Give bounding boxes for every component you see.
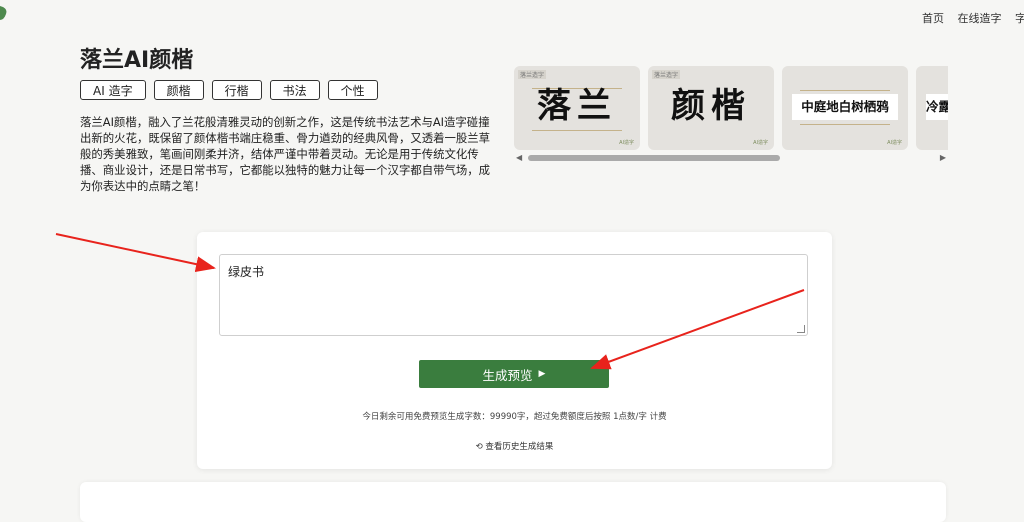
tag-ai-font[interactable]: AI 造字 [80,80,146,100]
thumbnail-text: 中庭地白树栖鸦 [792,94,898,120]
page-title: 落兰AI颜楷 [80,48,194,73]
gallery-thumbnail[interactable]: 落兰造字 落兰 AI造字 [514,66,640,150]
top-nav: 首页 在线造字 字 [922,10,1024,26]
generate-preview-label: 生成预览 [482,367,533,383]
tag-yankai[interactable]: 颜楷 [153,80,204,100]
gallery-thumbnail[interactable]: 中庭地白树栖鸦 AI造字 [782,66,908,150]
logo[interactable] [0,4,12,22]
generate-preview-button[interactable]: 生成预览 ▶ [419,360,609,388]
view-history-label: 查看历史生成结果 [485,442,554,452]
play-icon: ▶ [538,369,546,379]
gallery-thumbnail[interactable]: 落兰造字 颜楷 AI造字 [648,66,774,150]
divider [800,124,890,125]
view-history-link[interactable]: ⟲ 查看历史生成结果 [197,440,832,452]
stamp-icon: AI造字 [753,140,768,146]
gallery-thumbnail[interactable]: 冷露 [916,66,948,150]
resize-handle-icon[interactable] [797,325,805,333]
divider [532,130,622,131]
tag-xingkai[interactable]: 行楷 [211,80,262,100]
gallery-scrollbar[interactable]: ◀ ▶ [514,153,948,163]
thumbnail-text: 落兰 [537,86,617,126]
nav-item-online-font[interactable]: 在线造字 [958,12,1002,25]
scroll-thumb[interactable] [528,155,780,161]
thumbnail-text: 冷露 [926,94,948,120]
tag-calligraphy[interactable]: 书法 [269,80,320,100]
font-description: 落兰AI颜楷，融入了兰花般清雅灵动的创新之作，这是传统书法艺术与AI造字碰撞出新… [80,115,491,193]
quota-notice: 今日剩余可用免费预览生成字数：99990字，超过免费额度后按照 1点数/字 计费 [362,412,667,422]
history-icon: ⟲ [475,442,483,452]
brand-mark-icon: 落兰造字 [518,70,547,79]
scroll-right-icon[interactable]: ▶ [940,153,946,162]
brand-mark-icon: 落兰造字 [652,70,681,79]
arrow-to-input-icon [55,233,216,273]
tag-personality[interactable]: 个性 [327,80,378,100]
nav-item-home[interactable]: 首页 [922,12,944,25]
tag-list: AI 造字 颜楷 行楷 书法 个性 [80,80,378,100]
scroll-track[interactable] [528,155,934,161]
stamp-icon: AI造字 [619,140,634,146]
generator-card: 绿皮书 生成预览 ▶ 今日剩余可用免费预览生成字数：99990字，超过免费额度后… [197,232,832,469]
nav-item-more[interactable]: 字 [1015,12,1024,25]
thumbnail-text: 颜楷 [671,86,751,126]
divider [800,90,890,91]
preview-gallery: 落兰造字 落兰 AI造字 落兰造字 颜楷 AI造字 中庭地白树栖鸦 AI造字 冷… [514,66,948,162]
results-card [80,482,946,522]
stamp-icon: AI造字 [887,140,902,146]
text-input[interactable]: 绿皮书 [219,254,808,336]
scroll-left-icon[interactable]: ◀ [516,153,522,162]
text-input-value: 绿皮书 [228,265,265,279]
